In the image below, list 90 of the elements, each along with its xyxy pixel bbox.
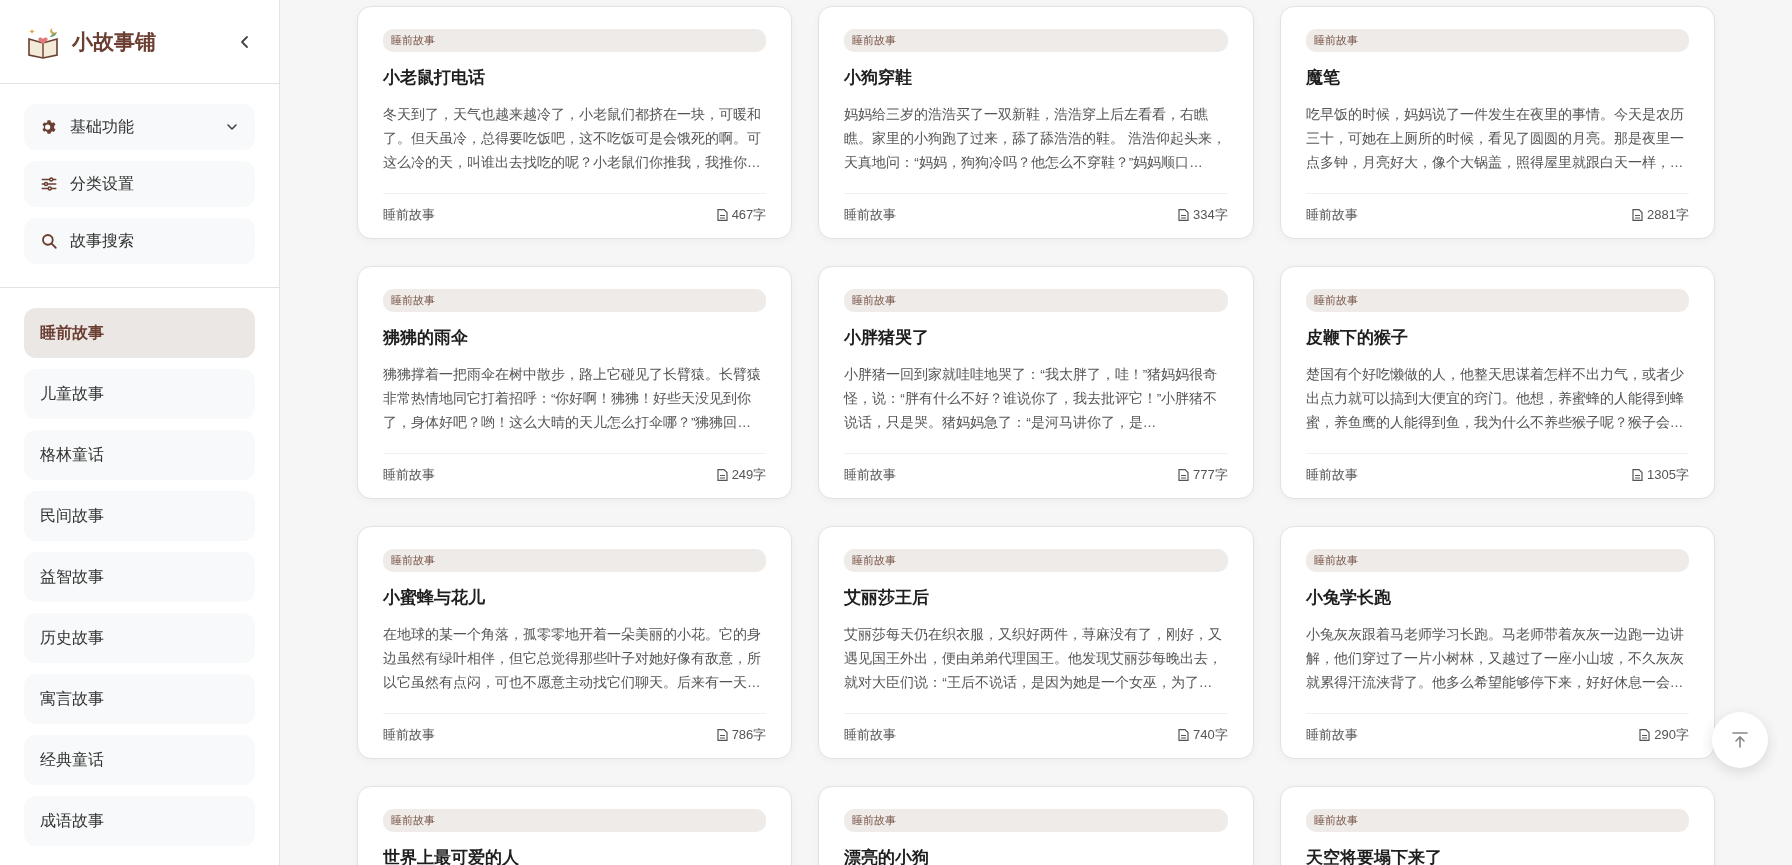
category-item[interactable]: 益智故事 [24,552,255,602]
menu-item-label: 故事搜索 [70,230,135,251]
document-icon [716,209,728,221]
word-count: 2881字 [1647,206,1689,224]
story-title: 小蜜蜂与花儿 [383,587,486,609]
story-category: 睡前故事 [383,726,435,744]
story-title: 狒狒的雨伞 [383,327,469,349]
story-category: 睡前故事 [1305,206,1358,224]
story-title: 小胖猪哭了 [844,327,931,349]
story-excerpt: 艾丽莎每天仍在织衣服，又织好两件，荨麻没有了，刚好，又遇见国王外出，便由弟弟代理国王。他发现艾丽莎每晚出去，就对大臣们说：“王后不说话，是因为她是一个女巫，为了… [844,626,1224,692]
word-count: 249字 [731,466,767,484]
story-category: 睡前故事 [1305,466,1358,484]
category-item[interactable]: 儿童故事 [24,369,255,419]
category-tag: 睡前故事 [1305,549,1689,572]
category-item[interactable]: 经典童话 [24,735,255,785]
category-item[interactable]: 寓言故事 [24,674,255,724]
story-card[interactable]: 睡前故事 小蜜蜂与花儿 在地球的某一个角落，孤零零地开着一朵美丽的小花。它的身边虽然有绿叶相伴，但它总觉得那些叶子对她好像有敌意，所以它虽然有点闷，可也不愿意主动找它们聊天。后来有一天… 睡前故事 786字 [357,526,793,759]
story-title: 小狗穿鞋 [844,67,914,89]
story-excerpt: 狒狒撑着一把雨伞在树中散步，路上它碰见了长臂猿。长臂猿非常热情地同它打着招呼：“你好啊！狒狒！好些天没见到你了，身体好吧？哟！这么大晴的天儿怎么打伞哪？”狒狒回… [383,366,762,432]
category-tag: 睡前故事 [383,289,767,312]
word-count: 467字 [731,206,767,224]
story-card[interactable]: 睡前故事 漂亮的小狗 [818,786,1254,865]
story-title: 小兔学长跑 [1305,587,1392,609]
story-excerpt: 楚国有个好吃懒做的人，他整天思谋着怎样不出力气，或者少出点力就可以搞到大便宜的窍门。他想，养蜜蜂的人能得到蜂蜜，养鱼鹰的人能得到鱼，我为什么不养些猴子呢？猴子会… [1305,366,1685,432]
story-excerpt: 吃早饭的时候，妈妈说了一件发生在夜里的事情。今天是农历三十，可她在上厕所的时候，看见了圆圆的月亮。那是夜里一点多钟，月亮好大，像个大锅盖，照得屋里就跟白天一样，… [1305,106,1685,172]
story-card[interactable]: 睡前故事 狒狒的雨伞 狒狒撑着一把雨伞在树中散步，路上它碰见了长臂猿。长臂猿非常热情地同它打着招呼：“你好啊！狒狒！好些天没见到你了，身体好吧？哟！这么大晴的天儿怎么打伞哪？”狒狒回… 睡前故事 249字 [357,266,793,499]
story-excerpt: 小兔灰灰跟着马老师学习长跑。马老师带着灰灰一边跑一边讲解，他们穿过了一片小树林，又越过了一座小山坡，不久灰灰就累得汗流浃背了。他多么希望能够停下来，好好休息一会… [1305,626,1685,692]
document-icon [716,729,728,741]
category-tag: 睡前故事 [383,549,767,572]
story-title: 魔笔 [1305,67,1341,89]
story-title: 天空将要塌下来了 [1305,847,1443,865]
category-item[interactable]: 睡前故事 [24,308,255,358]
story-card[interactable]: 睡前故事 艾丽莎王后 艾丽莎每天仍在织衣服，又织好两件，荨麻没有了，刚好，又遇见国王外出，便由弟弟代理国王。他发现艾丽莎每晚出去，就对大臣们说：“王后不说话，是因为她是一个女巫，为了… 睡前故事 740字 [818,526,1254,759]
story-title: 漂亮的小狗 [844,847,931,865]
category-tag: 睡前故事 [844,549,1228,572]
document-icon [1177,209,1189,221]
category-item[interactable]: 民间故事 [24,491,255,541]
word-count: 290字 [1654,726,1689,744]
category-tag: 睡前故事 [383,29,767,52]
word-count: 777字 [1192,466,1228,484]
document-icon [716,469,728,481]
story-excerpt: 妈妈给三岁的浩浩买了一双新鞋，浩浩穿上后左看看，右瞧瞧。家里的小狗跑了过来，舔了舔浩浩的鞋。 浩浩仰起头来，天真地问：“妈妈，狗狗冷吗？他怎么不穿鞋？”妈妈顺口… [844,106,1228,172]
story-category: 睡前故事 [1305,726,1358,744]
category-tag: 睡前故事 [1305,289,1689,312]
story-category: 睡前故事 [844,206,897,224]
story-card[interactable]: 睡前故事 天空将要塌下来了 [1279,786,1715,865]
story-card[interactable]: 睡前故事 小老鼠打电话 冬天到了，天气也越来越冷了，小老鼠们都挤在一块，可暖和了。但天虽冷，总得要吃饭吧，这不吃饭可是会饿死的啊。可这么冷的天，叫谁出去找吃的呢？小老鼠们你推我，我推你… 睡前故事 467字 [357,6,793,239]
word-count: 334字 [1192,206,1228,224]
story-category: 睡前故事 [844,466,897,484]
category-tag: 睡前故事 [844,809,1228,832]
menu-item-label: 基础功能 [70,116,135,137]
back-to-top-icon [1729,729,1751,751]
category-tag: 睡前故事 [1305,29,1689,52]
word-count: 786字 [731,726,767,744]
menu-item[interactable]: 基础功能 [24,104,255,150]
search-icon [40,232,58,250]
story-card[interactable]: 睡前故事 魔笔 吃早饭的时候，妈妈说了一件发生在夜里的事情。今天是农历三十，可她在上厕所的时候，看见了圆圆的月亮。那是夜里一点多钟，月亮好大，像个大锅盖，照得屋里就跟白天一样，… 睡前故事 2881字 [1279,6,1715,239]
category-tag: 睡前故事 [383,809,767,832]
menu-item[interactable]: 分类设置 [24,161,255,207]
gear-icon [40,118,58,136]
story-category: 睡前故事 [383,466,435,484]
word-count: 1305字 [1647,466,1689,484]
story-excerpt: 冬天到了，天气也越来越冷了，小老鼠们都挤在一块，可暖和了。但天虽冷，总得要吃饭吧，这不吃饭可是会饿死的啊。可这么冷的天，叫谁出去找吃的呢？小老鼠们你推我，我推你… [383,106,762,172]
story-card[interactable]: 睡前故事 小狗穿鞋 妈妈给三岁的浩浩买了一双新鞋，浩浩穿上后左看看，右瞧瞧。家里的小狗跑了过来，舔了舔浩浩的鞋。 浩浩仰起头来，天真地问：“妈妈，狗狗冷吗？他怎么不穿鞋？”妈妈顺口… 睡前故事 334字 [818,6,1254,239]
menu-item-label: 分类设置 [70,173,135,194]
story-card[interactable]: 睡前故事 皮鞭下的猴子 楚国有个好吃懒做的人，他整天思谋着怎样不出力气，或者少出点力就可以搞到大便宜的窍门。他想，养蜜蜂的人能得到蜂蜜，养鱼鹰的人能得到鱼，我为什么不养些猴子呢？猴子会… 睡前故事 1305字 [1279,266,1715,499]
story-title: 皮鞭下的猴子 [1305,327,1409,349]
document-icon [1177,469,1189,481]
sliders-icon [40,175,58,193]
category-item[interactable]: 历史故事 [24,613,255,663]
story-category: 睡前故事 [844,726,897,744]
story-category: 睡前故事 [383,206,435,224]
word-count: 740字 [1192,726,1228,744]
category-item[interactable]: 格林童话 [24,430,255,480]
story-card[interactable]: 睡前故事 小胖猪哭了 小胖猪一回到家就哇哇地哭了：“我太胖了，哇！”猪妈妈很奇怪，说：“胖有什么不好？谁说你了，我去批评它！”小胖猪不说话，只是哭。猪妈妈急了：“是河马讲你了，是… 睡前故事 777字 [818,266,1254,499]
app-title: 小故事铺 [72,28,157,55]
document-icon [1632,469,1644,481]
menu-item[interactable]: 故事搜索 [24,218,255,264]
document-icon [1639,729,1651,741]
category-tag: 睡前故事 [1305,809,1689,832]
story-card[interactable]: 睡前故事 小兔学长跑 小兔灰灰跟着马老师学习长跑。马老师带着灰灰一边跑一边讲解，他们穿过了一片小树林，又越过了一座小山坡，不久灰灰就累得汗流浃背了。他多么希望能够停下来，好好休息一会… 睡前故事 290字 [1279,526,1715,759]
story-excerpt: 在地球的某一个角落，孤零零地开着一朵美丽的小花。它的身边虽然有绿叶相伴，但它总觉得那些叶子对她好像有敌意，所以它虽然有点闷，可也不愿意主动找它们聊天。后来有一天… [383,626,762,692]
document-icon [1177,729,1189,741]
category-item[interactable]: 成语故事 [24,796,255,846]
story-title: 小老鼠打电话 [383,67,486,89]
document-icon [1632,209,1644,221]
category-tag: 睡前故事 [844,289,1228,312]
story-title: 艾丽莎王后 [844,587,931,609]
category-tag: 睡前故事 [844,29,1228,52]
story-excerpt: 小胖猪一回到家就哇哇地哭了：“我太胖了，哇！”猪妈妈很奇怪，说：“胖有什么不好？谁说你了，我去批评它！”小胖猪不说话，只是哭。猪妈妈急了：“是河马讲你了，是… [844,366,1219,432]
